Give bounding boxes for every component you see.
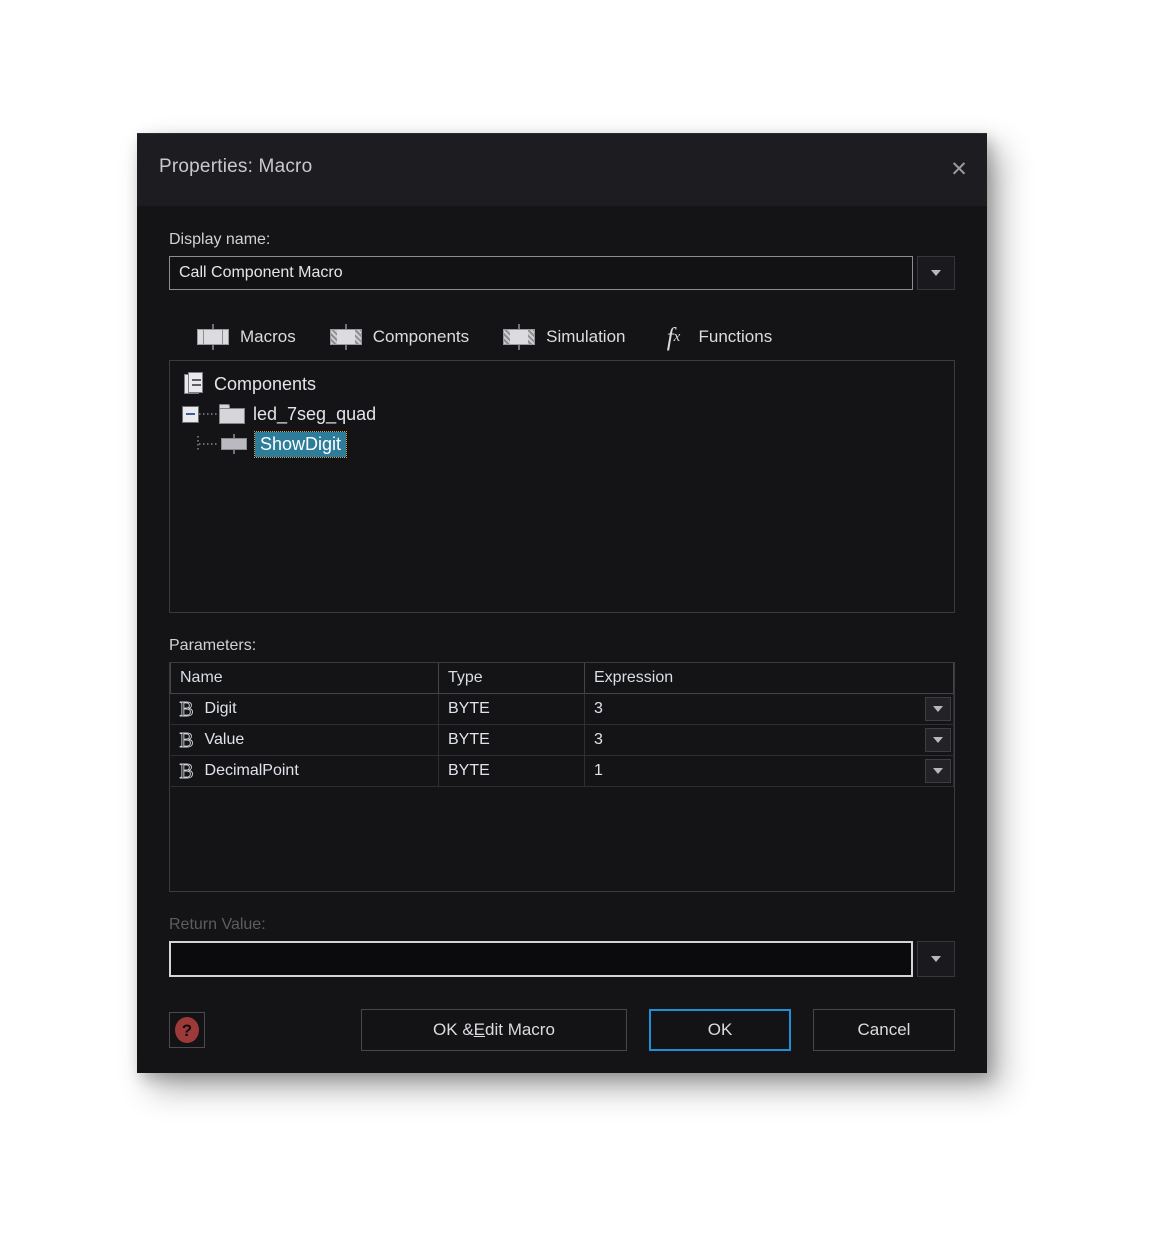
ok-button[interactable]: OK <box>649 1009 791 1051</box>
tab-functions[interactable]: fx Functions <box>656 321 775 353</box>
fx-icon: fx <box>666 323 681 351</box>
param-name-cell: B Value <box>170 724 439 756</box>
tree-folder-label: led_7seg_quad <box>253 403 377 424</box>
return-value-combo <box>169 941 955 977</box>
param-expression-text: 1 <box>594 762 603 779</box>
expression-dropdown-button[interactable] <box>925 728 951 752</box>
byte-type-icon: B <box>179 727 194 752</box>
question-mark-icon: ? <box>175 1017 199 1043</box>
dialog-body: Display name: Macros <box>137 231 987 1051</box>
display-name-combo <box>169 256 955 290</box>
param-expression-cell[interactable]: 3 <box>584 693 954 725</box>
macro-plain-icon <box>195 324 231 350</box>
tree-root-label: Components <box>214 373 317 394</box>
param-expression-text: 3 <box>594 700 603 717</box>
return-value-label: Return Value: <box>169 916 266 933</box>
dialog-titlebar: Properties: Macro ✕ <box>137 134 987 207</box>
ok-edit-macro-button[interactable]: OK & Edit Macro <box>361 1009 627 1051</box>
ok-edit-macro-label-post: dit Macro <box>485 1020 555 1039</box>
properties-macro-dialog: Properties: Macro ✕ Display name: Macros <box>137 133 987 1073</box>
param-expression-cell[interactable]: 1 <box>584 755 954 787</box>
column-header-expression: Expression <box>584 663 954 694</box>
table-row[interactable]: B Digit BYTE 3 <box>170 693 954 725</box>
tab-simulation-label: Simulation <box>546 327 626 346</box>
byte-type-icon: B <box>179 696 194 721</box>
param-type-cell: BYTE <box>438 693 585 725</box>
return-value-input[interactable] <box>169 941 913 977</box>
chevron-down-icon <box>933 706 943 712</box>
param-name-text: DecimalPoint <box>204 762 299 779</box>
tab-functions-label: Functions <box>698 327 773 346</box>
chevron-down-icon <box>931 956 941 962</box>
macro-hatched-icon <box>501 324 537 350</box>
ok-edit-macro-label-pre: OK & <box>433 1020 474 1039</box>
param-name-text: Digit <box>204 700 237 717</box>
cancel-button[interactable]: Cancel <box>813 1009 955 1051</box>
page-backdrop: Properties: Macro ✕ Display name: Macros <box>0 0 1161 1234</box>
tab-macros-label: Macros <box>240 327 296 346</box>
table-row[interactable]: B Value BYTE 3 <box>170 724 954 756</box>
tab-components-label: Components <box>372 327 470 346</box>
tree-item-components-root[interactable]: Components <box>176 369 948 399</box>
tab-simulation[interactable]: Simulation <box>499 322 627 352</box>
dialog-footer: ? OK & Edit Macro OK Cancel <box>169 1009 955 1051</box>
column-header-name: Name <box>170 663 439 694</box>
documents-icon <box>184 372 206 396</box>
source-tabbar: Macros Components Simulation fx Function… <box>169 316 955 358</box>
expression-dropdown-button[interactable] <box>925 759 951 783</box>
param-name-cell: B DecimalPoint <box>170 755 439 787</box>
parameters-table: Name Type Expression B Digit BYTE 3 B Va… <box>170 663 954 787</box>
tree-item-led-7seg-quad[interactable]: led_7seg_quad <box>176 399 948 429</box>
table-row[interactable]: B DecimalPoint BYTE 1 <box>170 755 954 787</box>
chevron-down-icon <box>931 270 941 276</box>
param-expression-cell[interactable]: 3 <box>584 724 954 756</box>
macro-hatched-icon <box>328 324 364 350</box>
byte-type-icon: B <box>179 758 194 783</box>
component-tree-panel[interactable]: Components led_7seg_quad ShowDigit <box>169 360 955 613</box>
display-name-input[interactable] <box>169 256 913 290</box>
param-expression-text: 3 <box>594 731 603 748</box>
return-value-dropdown-button[interactable] <box>917 941 955 977</box>
chevron-down-icon <box>933 768 943 774</box>
minus-box-icon[interactable] <box>182 405 199 423</box>
footer-button-group: OK & Edit Macro OK Cancel <box>361 1009 955 1051</box>
ok-edit-macro-accelerator: E <box>473 1020 486 1039</box>
parameters-panel: Name Type Expression B Digit BYTE 3 B Va… <box>169 662 955 892</box>
column-header-type: Type <box>438 663 585 694</box>
parameters-label: Parameters: <box>169 637 257 654</box>
tab-components[interactable]: Components <box>326 322 471 352</box>
param-name-text: Value <box>204 731 245 748</box>
tree-connector-line <box>199 413 219 415</box>
param-name-cell: B Digit <box>170 693 439 725</box>
folder-icon <box>219 404 245 424</box>
dialog-title: Properties: Macro <box>159 156 313 177</box>
close-icon[interactable]: ✕ <box>941 152 977 186</box>
param-type-cell: BYTE <box>438 755 585 787</box>
tree-item-showdigit[interactable]: ShowDigit <box>176 429 948 459</box>
display-name-dropdown-button[interactable] <box>917 256 955 290</box>
display-name-label: Display name: <box>169 231 271 248</box>
expression-dropdown-button[interactable] <box>925 697 951 721</box>
table-header-row: Name Type Expression <box>170 663 954 694</box>
macro-small-icon <box>219 434 249 454</box>
param-type-cell: BYTE <box>438 724 585 756</box>
help-button[interactable]: ? <box>169 1012 205 1048</box>
chevron-down-icon <box>933 737 943 743</box>
tree-connector-line <box>199 443 219 445</box>
tab-macros[interactable]: Macros <box>193 322 298 352</box>
tree-selected-label: ShowDigit <box>253 430 348 458</box>
